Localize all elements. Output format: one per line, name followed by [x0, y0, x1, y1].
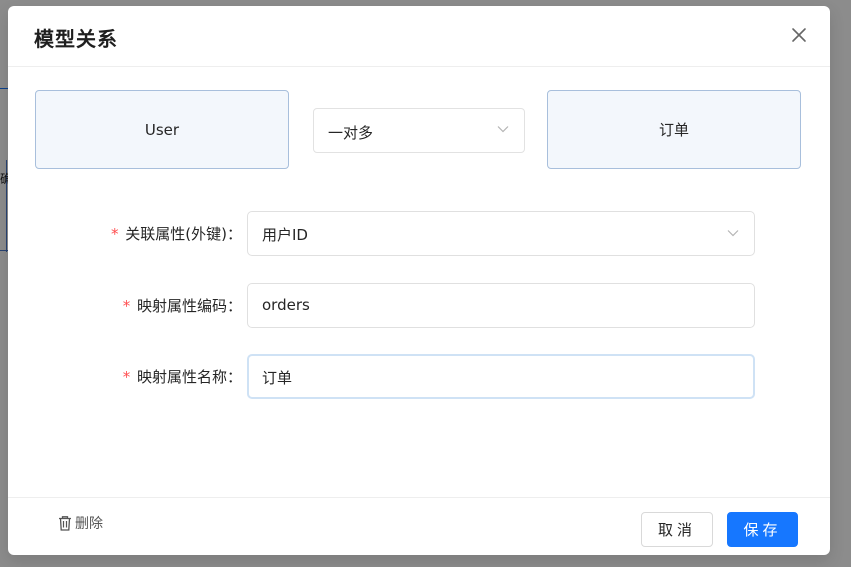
mapping-code-label: * 映射属性编码： [121, 297, 242, 315]
trash-icon [59, 516, 71, 531]
delete-button[interactable]: 删除 [56, 513, 103, 533]
close-icon [792, 28, 806, 42]
mapping-code-input[interactable]: orders [247, 283, 755, 328]
foreign-key-select[interactable]: 用户ID [247, 211, 755, 256]
required-mark: * [110, 225, 120, 243]
source-entity-label: User [144, 120, 180, 139]
dialog-title: 模型关系 [34, 27, 118, 51]
mapping-name-row: * 映射属性名称： 订单 [8, 354, 830, 399]
cancel-button[interactable]: 取消 [641, 512, 713, 547]
dialog-header: 模型关系 [8, 6, 830, 67]
chevron-down-icon [727, 230, 739, 237]
target-entity-label: 订单 [658, 121, 689, 139]
close-button[interactable] [788, 24, 810, 46]
save-button[interactable]: 保存 [727, 512, 798, 547]
foreign-key-row: * 关联属性(外键)： 用户ID [8, 211, 830, 256]
mapping-name-label: * 映射属性名称： [121, 368, 242, 386]
foreign-key-label: * 关联属性(外键)： [110, 225, 242, 243]
required-mark: * [121, 297, 131, 315]
mapping-code-value: orders [262, 296, 310, 314]
mapping-name-value: 订单 [262, 369, 293, 387]
model-relation-dialog: 模型关系 User 一对多 订单 * 关联属性(外键)： 用户ID * 映射属性编码… [8, 6, 830, 555]
dialog-footer: 删除 取消 保存 [8, 497, 830, 555]
mapping-code-row: * 映射属性编码： orders [8, 283, 830, 328]
mapping-name-input[interactable]: 订单 [247, 354, 755, 399]
source-entity-card[interactable]: User [35, 90, 289, 169]
target-entity-card[interactable]: 订单 [547, 90, 801, 169]
foreign-key-value: 用户ID [262, 226, 308, 244]
required-mark: * [121, 368, 131, 386]
delete-label: 删除 [75, 516, 103, 532]
relation-type-select[interactable]: 一对多 [313, 108, 525, 153]
relation-type-value: 一对多 [328, 124, 374, 142]
chevron-down-icon [497, 126, 509, 133]
